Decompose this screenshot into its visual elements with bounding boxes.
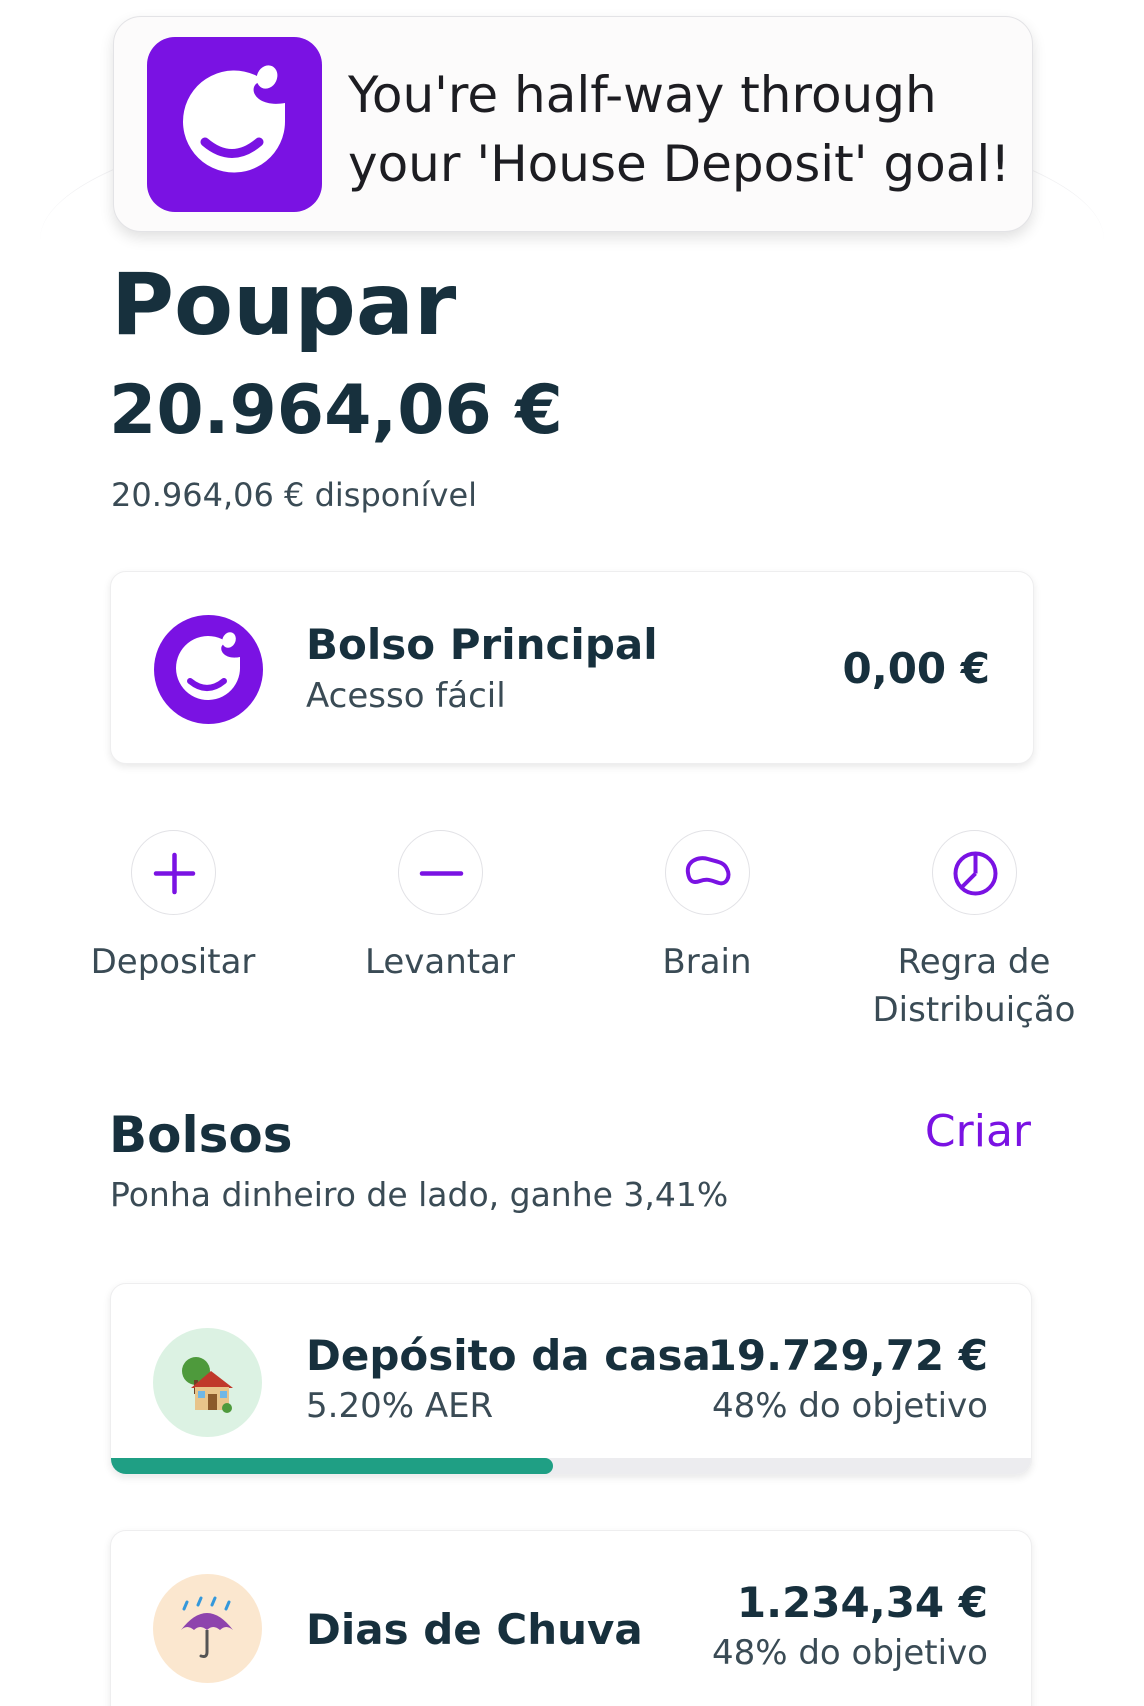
brain-button[interactable] <box>665 830 750 915</box>
withdraw-label: Levantar <box>365 942 515 982</box>
withdraw-button[interactable] <box>398 830 483 915</box>
notification-line-2: your 'House Deposit' goal! <box>348 135 1011 193</box>
pocket-rate: 5.20% AER <box>306 1386 494 1426</box>
pocket-card-rainy-days[interactable]: Dias de Chuva 1.234,34 € 48% do objetivo <box>110 1530 1032 1706</box>
goal-notification[interactable]: You're half-way through your 'House Depo… <box>113 16 1033 232</box>
quick-actions: Depositar Levantar Brain Regra de Distri… <box>0 830 1144 1030</box>
pockets-section-title: Bolsos <box>109 1106 293 1164</box>
pocket-amount: 19.729,72 € <box>707 1331 988 1380</box>
minus-icon <box>419 871 464 876</box>
pie-chart-icon <box>953 851 998 896</box>
notification-message: You're half-way through your 'House Depo… <box>348 61 1028 199</box>
pocket-card-house-deposit[interactable]: Depósito da casa 5.20% AER 19.729,72 € 4… <box>110 1283 1032 1475</box>
pocket-name: Dias de Chuva <box>306 1605 643 1654</box>
pocket-goal-progress: 48% do objetivo <box>711 1386 988 1426</box>
pocket-name: Depósito da casa <box>306 1331 711 1380</box>
create-pocket-link[interactable]: Criar <box>925 1104 1031 1160</box>
plus-icon <box>153 852 196 895</box>
main-pocket-title: Bolso Principal <box>306 620 658 669</box>
distribution-rule-button[interactable] <box>932 830 1017 915</box>
app-logo-icon <box>147 37 322 212</box>
notification-line-1: You're half-way through <box>348 66 937 124</box>
main-pocket-card[interactable]: Bolso Principal Acesso fácil 0,00 € <box>110 571 1034 764</box>
brain-label: Brain <box>662 942 752 982</box>
pocket-goal-progress: 48% do objetivo <box>711 1633 988 1673</box>
deposit-button[interactable] <box>131 830 216 915</box>
house-icon <box>153 1328 262 1437</box>
total-balance: 20.964,06 € <box>109 371 563 450</box>
pocket-amount: 1.234,34 € <box>736 1578 988 1627</box>
app-logo-icon <box>154 615 263 724</box>
pockets-section-subtitle: Ponha dinheiro de lado, ganhe 3,41% <box>110 1175 729 1214</box>
goal-progress-bar <box>111 1458 1031 1474</box>
main-pocket-amount: 0,00 € <box>842 644 990 693</box>
page-title: Poupar <box>111 255 457 355</box>
deposit-label: Depositar <box>90 942 256 982</box>
goal-progress-fill <box>111 1458 553 1474</box>
distribution-rule-label: Regra de Distribuição <box>872 942 1076 1030</box>
umbrella-rain-icon <box>153 1574 262 1683</box>
main-pocket-subtitle: Acesso fácil <box>306 676 506 716</box>
brain-icon <box>685 856 731 886</box>
available-balance: 20.964,06 € disponível <box>111 476 478 514</box>
